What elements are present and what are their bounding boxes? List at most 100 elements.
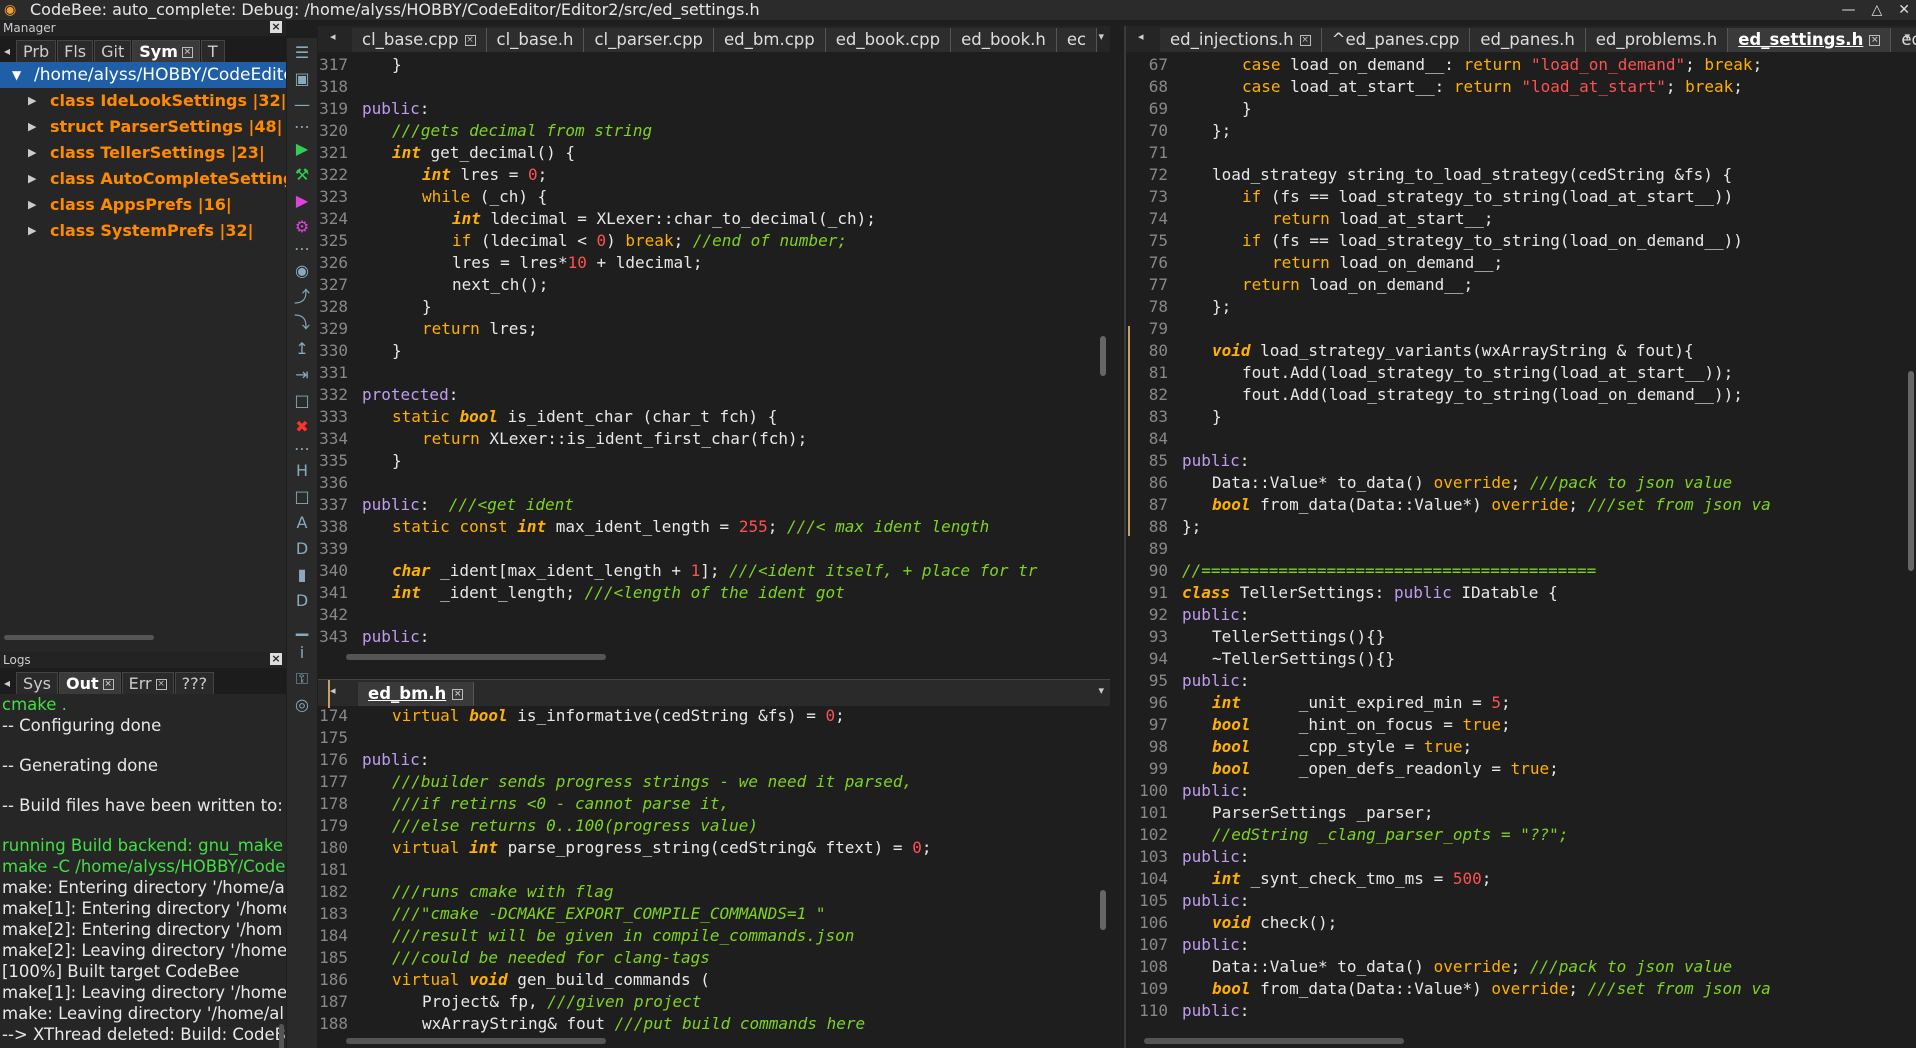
editor-tab[interactable]: ed_injections.h × <box>1160 28 1322 52</box>
close-icon[interactable]: × <box>155 679 167 690</box>
code-line: 86 Data::Value* to_data() override; ///pa… <box>1126 472 1902 494</box>
history-icon[interactable]: H <box>291 460 313 482</box>
close-icon[interactable]: × <box>270 21 282 33</box>
dots-icon[interactable]: ⋯ <box>291 119 313 135</box>
symbol-tree[interactable]: ▼/home/alyss/HOBBY/CodeEditor ▶ class Ide… <box>0 62 286 652</box>
symbol-item[interactable]: ▶ struct ParserSettings |48| <box>0 114 286 140</box>
expand-right-icon[interactable]: ▶ <box>28 88 36 114</box>
close-icon[interactable]: ✕ <box>1898 0 1910 20</box>
code-token: ; <box>921 838 932 857</box>
editor-tab[interactable]: ed_problems.h <box>1585 28 1729 52</box>
debug-run-icon[interactable]: ⚙ <box>291 216 313 238</box>
editor-tab[interactable]: ed_settings.h × <box>1728 28 1892 52</box>
build-icon[interactable]: ⚒ <box>291 164 313 186</box>
dots-icon[interactable]: ⋯ <box>291 241 313 257</box>
editor-tab[interactable]: ed_book.h <box>951 28 1057 52</box>
editor-tab[interactable]: cl_base.cpp × <box>352 28 487 52</box>
step-over-icon[interactable]: ⤴ <box>291 286 313 308</box>
expand-right-icon[interactable]: ▶ <box>28 140 36 166</box>
tab-log-2[interactable]: Err × <box>121 672 174 694</box>
vertical-scrollbar[interactable] <box>1100 336 1106 376</box>
expand-right-icon[interactable]: ▶ <box>28 166 36 192</box>
code-view[interactable]: 317} 318 319 public: 320///gets decimal from… <box>318 54 1096 648</box>
tab-fls[interactable]: Fls <box>57 40 94 62</box>
code-view[interactable]: 174 virtual bool is_informative(cedString… <box>318 705 1096 1035</box>
editor-tab[interactable]: ed_bm.cpp <box>714 28 826 52</box>
editor-tab[interactable]: cl_base.h <box>486 28 585 52</box>
nav-left-icon[interactable]: ◂ <box>0 676 16 694</box>
ac-icon[interactable]: A <box>291 512 313 534</box>
symbol-item[interactable]: ▶ class TellerSettings |23| <box>0 140 286 166</box>
close-icon[interactable]: × <box>464 35 476 46</box>
symbol-item[interactable]: ▶ class AutoCompleteSettings <box>0 166 286 192</box>
vertical-scrollbar[interactable] <box>1100 890 1106 930</box>
tab-menu-icon[interactable]: ▾ <box>1098 684 1104 697</box>
maximize-icon[interactable]: △ <box>1871 0 1882 20</box>
screenshot-icon[interactable]: ◉ <box>291 260 313 282</box>
vertical-scrollbar[interactable] <box>1908 371 1914 571</box>
close-icon[interactable]: × <box>270 653 282 665</box>
debug-icon[interactable]: ▶ <box>291 190 313 212</box>
nav-left-icon[interactable]: ◂ <box>1138 30 1144 43</box>
editor-tab[interactable]: ec <box>1056 28 1098 52</box>
editor-tab[interactable]: ed_bm.h × <box>358 682 475 706</box>
symbol-item[interactable]: ▶ class IdeLookSettings |32| <box>0 88 286 114</box>
menu-icon[interactable]: ☰ <box>291 42 313 64</box>
tab-log-0[interactable]: Sys <box>16 672 58 694</box>
tab-sym[interactable]: Sym × <box>132 40 200 62</box>
close-icon[interactable]: × <box>1869 35 1881 46</box>
tab-log-1[interactable]: Out × <box>59 672 121 694</box>
horizontal-scrollbar[interactable] <box>346 654 606 660</box>
step-out-icon[interactable]: ↥ <box>291 338 313 360</box>
symbol-item[interactable]: ▶ class AppsPrefs |16| <box>0 192 286 218</box>
expand-down-icon[interactable]: ▼ <box>12 62 21 88</box>
continue-icon[interactable]: ⇥ <box>291 364 313 386</box>
nav-left-icon[interactable]: ◂ <box>330 684 336 697</box>
code-token: 5 <box>1491 693 1501 712</box>
expand-right-icon[interactable]: ▶ <box>28 192 36 218</box>
close-icon[interactable]: × <box>181 47 193 58</box>
code-view[interactable]: 67 case load_on_demand__: return "load_on… <box>1126 54 1902 1022</box>
close-red-icon[interactable]: ✖ <box>291 416 313 438</box>
bookmark-icon[interactable]: ▮ <box>291 564 313 586</box>
minimize-icon[interactable]: — <box>1841 0 1855 20</box>
tab-git[interactable]: Git <box>94 40 132 62</box>
info-icon[interactable]: i <box>291 642 313 664</box>
horizontal-scrollbar[interactable] <box>1144 1038 1404 1044</box>
code-line: 96 int _unit_expired_min = 5; <box>1126 692 1902 714</box>
step-into-icon[interactable]: ⤵ <box>291 312 313 334</box>
symbol-item[interactable]: ▶ class SystemPrefs |32| <box>0 218 286 244</box>
run-icon[interactable]: ▶ <box>291 138 313 160</box>
expand-right-icon[interactable]: ▶ <box>28 218 36 244</box>
eye-icon[interactable]: ◎ <box>291 694 313 716</box>
editor-tab[interactable]: ed_book.cpp <box>825 28 952 52</box>
symbol-tree-root[interactable]: ▼/home/alyss/HOBBY/CodeEditor <box>0 62 286 88</box>
dots-icon[interactable]: ⋯ <box>291 441 313 457</box>
square-icon[interactable]: □ <box>291 486 313 508</box>
tab-log-3[interactable]: ??? <box>174 672 215 694</box>
tab-t[interactable]: T <box>200 40 225 62</box>
nav-left-icon[interactable]: ◂ <box>0 44 16 62</box>
tab-menu-icon[interactable]: ▾ <box>1098 30 1104 43</box>
close-icon[interactable]: × <box>1299 35 1311 46</box>
ruler-icon[interactable]: ▁ <box>291 616 313 638</box>
minus-icon[interactable]: — <box>291 94 313 116</box>
horizontal-scrollbar[interactable] <box>4 635 154 640</box>
panel-icon[interactable]: ▣ <box>291 68 313 90</box>
nav-left-icon[interactable]: ◂ <box>330 30 336 43</box>
editor-tab[interactable]: ed_panes.h <box>1470 28 1586 52</box>
vertical-scrollbar[interactable] <box>279 1024 284 1048</box>
editor-tab[interactable]: cl_parser.cpp <box>584 28 715 52</box>
df-icon[interactable]: D <box>291 538 313 560</box>
tab-prb[interactable]: Prb <box>16 40 57 62</box>
df2-icon[interactable]: D <box>291 590 313 612</box>
close-icon[interactable]: × <box>102 679 114 690</box>
tab-menu-icon[interactable]: ▾ <box>1904 30 1910 43</box>
expand-right-icon[interactable]: ▶ <box>28 114 36 140</box>
stop-square-icon[interactable]: □ <box>291 390 313 412</box>
key-icon[interactable]: ⚿ <box>291 668 313 690</box>
code-token: true <box>1510 759 1550 778</box>
editor-tab[interactable]: ^ed_panes.cpp <box>1321 28 1471 52</box>
close-icon[interactable]: × <box>452 689 464 700</box>
horizontal-scrollbar[interactable] <box>346 1038 606 1044</box>
